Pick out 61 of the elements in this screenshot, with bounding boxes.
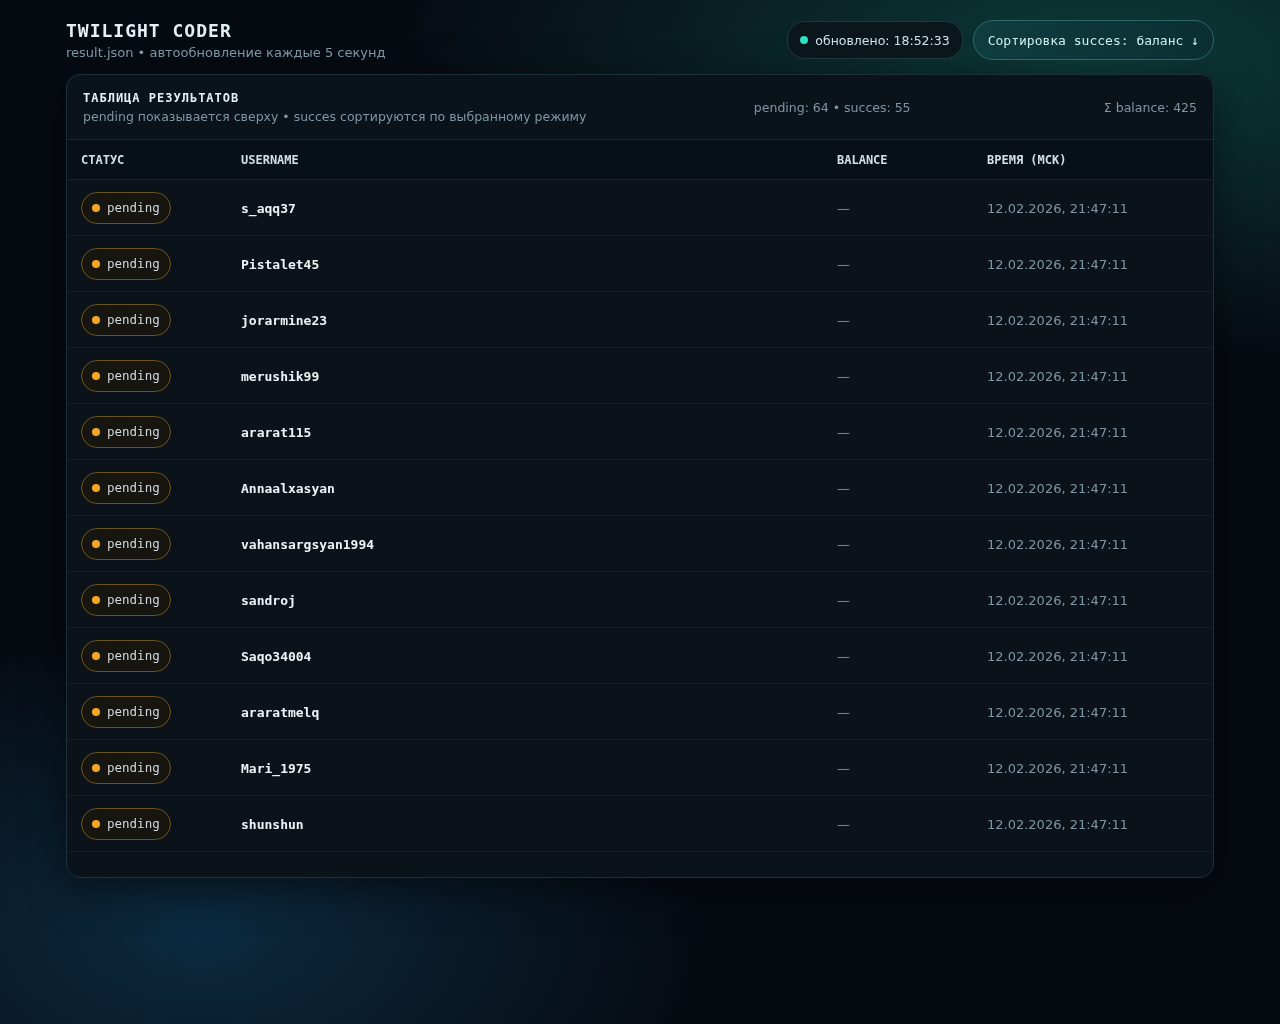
time-cell: 12.02.2026, 21:47:11: [987, 593, 1129, 608]
status-badge: pending: [81, 359, 171, 392]
app-subtitle: result.json • автообновление каждые 5 секунд: [66, 45, 386, 60]
balance-cell: —: [837, 537, 850, 552]
balance-cell: —: [837, 649, 850, 664]
username-cell: s_aqq37: [241, 201, 296, 216]
time-cell: 12.02.2026, 21:47:11: [987, 705, 1129, 720]
username-cell: jorarmine23: [241, 313, 328, 328]
username-cell: sandroj: [241, 593, 296, 608]
balance-cell: —: [837, 313, 850, 328]
time-cell: 12.02.2026, 21:47:11: [987, 425, 1129, 440]
column-header: ВРЕМЯ (МСК): [987, 152, 1068, 167]
status-badge: pending: [81, 191, 171, 224]
time-cell: 12.02.2026, 21:47:11: [987, 761, 1129, 776]
status-badge: pending: [81, 247, 171, 280]
username-cell: araratmelq: [241, 705, 320, 720]
balance-cell: —: [837, 481, 850, 496]
app-title: TWILIGHT CODER: [66, 20, 233, 41]
status-badge: pending: [81, 695, 171, 728]
username-cell: ararat115: [241, 425, 312, 440]
username-cell: Pistalet45: [241, 257, 320, 272]
status-dot-icon: [800, 36, 809, 44]
username-cell: shunshun: [241, 817, 304, 832]
time-cell: 12.02.2026, 21:47:11: [987, 313, 1129, 328]
time-cell: 12.02.2026, 21:47:11: [987, 201, 1129, 216]
time-cell: 12.02.2026, 21:47:11: [987, 257, 1129, 272]
balance-cell: —: [837, 425, 850, 440]
time-cell: 12.02.2026, 21:47:11: [987, 369, 1129, 384]
time-cell: 12.02.2026, 21:47:11: [987, 817, 1129, 832]
balance-cell: —: [837, 369, 850, 384]
sort-button[interactable]: Сортировка succes: баланс ↓: [972, 20, 1214, 60]
username-cell: vahansargsyan1994: [241, 537, 375, 552]
time-cell: 12.02.2026, 21:47:11: [987, 649, 1129, 664]
status-badge: pending: [81, 807, 171, 840]
balance-cell: —: [837, 593, 850, 608]
card-subtitle: pending показывается сверху • succes сортируются по выбранному режиму: [83, 108, 588, 124]
update-time: обновлено: 18:52:33: [815, 32, 950, 48]
status-counts: pending: 64 • succes: 55: [753, 99, 912, 115]
username-cell: Annaalxasyan: [241, 481, 335, 496]
status-badge: pending: [81, 415, 171, 448]
balance-cell: —: [837, 761, 850, 776]
time-cell: 12.02.2026, 21:47:11: [987, 537, 1129, 552]
column-header: СТАТУС: [81, 152, 126, 167]
time-cell: 12.02.2026, 21:47:11: [987, 481, 1129, 496]
status-badge: pending: [81, 583, 171, 616]
balance-cell: —: [837, 257, 850, 272]
status-badge: pending: [81, 527, 171, 560]
username-cell: Saqo34004: [241, 649, 312, 664]
balance-cell: —: [837, 817, 850, 832]
status-badge: pending: [81, 303, 171, 336]
balance-total: Σ balance: 425: [1103, 99, 1197, 115]
card-title: ТАБЛИЦА РЕЗУЛЬТАТОВ: [83, 90, 241, 105]
balance-cell: —: [837, 705, 850, 720]
status-badge: pending: [81, 751, 171, 784]
username-cell: merushik99: [241, 369, 320, 384]
status-badge: pending: [81, 639, 171, 672]
username-cell: Mari_1975: [241, 761, 312, 776]
column-header: USERNAME: [241, 152, 300, 167]
status-badge: pending: [81, 471, 171, 504]
column-header: BALANCE: [837, 152, 889, 167]
balance-cell: —: [837, 201, 850, 216]
